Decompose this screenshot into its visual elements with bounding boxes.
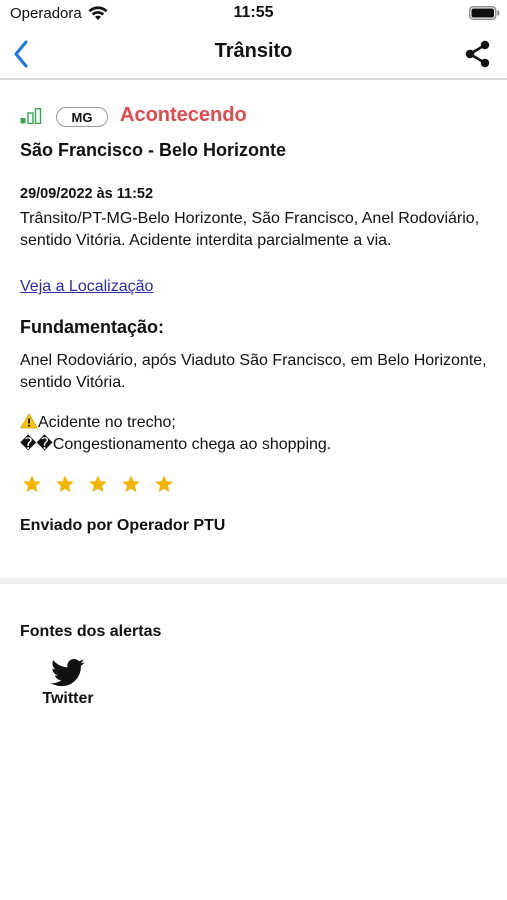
alert-datetime: 29/09/2022 às 11:52 <box>20 186 154 202</box>
status-bar: Operadora 11:55 <box>0 0 507 30</box>
warning-icon <box>20 413 38 429</box>
alert-description: Trânsito/PT-MG-Belo Horizonte, São Franc… <box>20 210 480 249</box>
note-line-congestion: ��Congestionamento chega ao shopping. <box>20 434 490 456</box>
star-icon <box>155 475 173 493</box>
note-accident-text: Acidente no trecho; <box>38 414 176 431</box>
status-badge: Acontecendo <box>120 104 247 126</box>
star-icon <box>122 475 140 493</box>
status-time: 11:55 <box>233 4 274 21</box>
rating-stars <box>22 474 202 496</box>
fundamentacao-text: Anel Rodoviário, após Viaduto São Franci… <box>20 352 487 391</box>
source-twitter[interactable]: Twitter <box>34 656 102 712</box>
section-divider <box>0 578 507 584</box>
share-button[interactable] <box>462 38 494 70</box>
location-link[interactable]: Veja a Localização <box>20 278 153 296</box>
note-line-accident: Acidente no trecho; <box>20 412 490 434</box>
star-icon <box>56 475 74 493</box>
alert-tags: MG Acontecendo <box>20 104 490 130</box>
sources-heading: Fontes dos alertas <box>20 623 162 640</box>
note-congestion-text: Congestionamento chega ao shopping. <box>52 435 332 453</box>
star-icon <box>23 475 41 493</box>
battery-icon <box>469 6 500 20</box>
navigation-bar: Trânsito <box>0 30 507 80</box>
broken-emoji-glyph: �� <box>20 435 53 453</box>
source-label: Twitter <box>42 690 94 707</box>
alert-notes: Acidente no trecho; ��Congestionamento c… <box>20 412 490 455</box>
route-title: São Francisco - Belo Horizonte <box>20 140 287 160</box>
fundamentacao-heading: Fundamentação: <box>20 317 165 337</box>
share-icon <box>465 40 490 68</box>
star-icon <box>89 475 107 493</box>
twitter-icon <box>51 658 85 687</box>
state-badge: MG <box>56 107 108 127</box>
signal-bars-icon <box>20 108 42 124</box>
sender-text: Enviado por Operador PTU <box>20 517 226 534</box>
page-title: Trânsito <box>214 40 293 62</box>
